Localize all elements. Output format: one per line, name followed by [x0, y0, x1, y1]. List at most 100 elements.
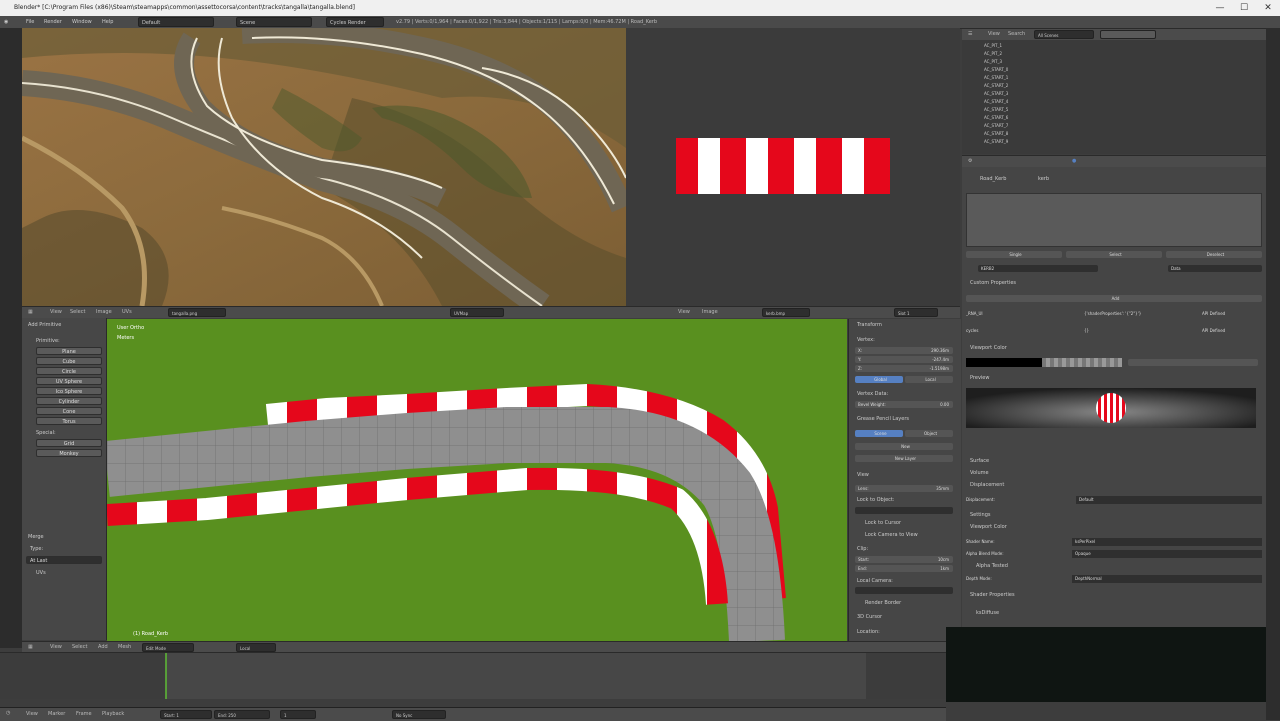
ie2-menu-image[interactable]: Image [702, 308, 718, 316]
add-plane-button[interactable]: Plane [36, 347, 102, 355]
editor-type-icon[interactable]: ▦ [28, 308, 33, 316]
layer-slot-field[interactable]: Slot 1 [894, 308, 938, 317]
merge-type-select[interactable]: At Last [26, 556, 102, 564]
material-select-button[interactable]: Select [1066, 251, 1162, 258]
outliner-item[interactable]: AC_START_1 [984, 74, 1008, 82]
3d-viewport[interactable]: User Ortho Meters (1) Road_Kerb [107, 319, 847, 641]
add-cube-button[interactable]: Cube [36, 357, 102, 365]
menu-help[interactable]: Help [102, 17, 113, 27]
vp-menu-add[interactable]: Add [98, 643, 108, 651]
material-link-data[interactable]: Data [1168, 265, 1262, 272]
outliner-search-field[interactable] [1100, 30, 1156, 39]
outliner-item[interactable]: AC_PIT_2 [984, 50, 1002, 58]
view3d-type-icon[interactable]: ▦ [28, 643, 33, 651]
add-monkey-button[interactable]: Monkey [36, 449, 102, 457]
vp-menu-select[interactable]: Select [72, 643, 87, 651]
gp-scene-toggle[interactable]: Scene [855, 430, 903, 437]
close-button[interactable]: ✕ [1262, 2, 1274, 14]
outliner-item[interactable]: AC_START_3 [984, 90, 1008, 98]
material-slots-list[interactable] [966, 193, 1262, 247]
ie-menu-select[interactable]: Select [70, 308, 85, 316]
render-border-checkbox[interactable]: Render Border [865, 600, 901, 606]
menu-file[interactable]: File [26, 17, 34, 27]
surface-panel[interactable]: Surface [970, 458, 989, 464]
local-camera-field[interactable] [855, 587, 953, 594]
timeline-type-icon[interactable]: ◷ [6, 710, 10, 716]
outliner-item[interactable]: AC_START_2 [984, 82, 1008, 90]
local-toggle[interactable]: Local [905, 376, 953, 383]
material-deselect-button[interactable]: Deselect [1166, 251, 1262, 258]
gp-object-toggle[interactable]: Object [905, 430, 953, 437]
aerial-image-view[interactable] [22, 28, 626, 306]
timeline[interactable] [0, 652, 946, 699]
shader-name-field[interactable]: ksPerPixel [1072, 538, 1262, 546]
material-assign-button[interactable]: Single [966, 251, 1062, 258]
add-torus-button[interactable]: Torus [36, 417, 102, 425]
displacement-select[interactable]: Default [1076, 496, 1262, 504]
vertex-y-field[interactable]: Y: -247.4m [855, 356, 953, 363]
tl-menu-playback[interactable]: Playback [102, 711, 124, 717]
outliner-item[interactable]: AC_START_9 [984, 138, 1008, 146]
outliner-item[interactable]: AC_START_5 [984, 106, 1008, 114]
start-frame-field[interactable]: Start: 1 [160, 710, 212, 719]
alpha-checker-swatch[interactable] [1042, 358, 1122, 367]
outliner-scene-filter[interactable]: All Scenes [1034, 30, 1094, 39]
add-circle-button[interactable]: Circle [36, 367, 102, 375]
mode-select[interactable]: Edit Mode [142, 643, 194, 652]
material-tab-icon[interactable]: ● [1072, 157, 1076, 165]
volume-panel[interactable]: Volume [970, 470, 989, 476]
uv-image-field[interactable]: kerb.bmp [762, 308, 810, 317]
lock-cursor-checkbox[interactable]: Lock to Cursor [865, 520, 901, 526]
settings-panel[interactable]: Settings [970, 512, 991, 518]
vp-menu-view[interactable]: View [50, 643, 62, 651]
lock-camera-checkbox[interactable]: Lock Camera to View [865, 532, 918, 538]
lock-object-field[interactable] [855, 507, 953, 514]
outliner-item[interactable]: AC_START_0 [984, 66, 1008, 74]
layout-select[interactable]: Default [138, 17, 214, 27]
alpha-tested-checkbox[interactable]: Alpha Tested [976, 563, 1008, 569]
image-name-field[interactable]: tangalla.png [168, 308, 226, 317]
outliner-item[interactable]: AC_START_7 [984, 122, 1008, 130]
merge-uvs-checkbox[interactable]: UVs [36, 570, 46, 576]
add-uv-sphere-button[interactable]: UV Sphere [36, 377, 102, 385]
vertex-z-field[interactable]: Z: -1.5198m [855, 365, 953, 372]
outliner-item[interactable]: AC_START_6 [984, 114, 1008, 122]
scene-select[interactable]: Scene [236, 17, 312, 27]
gp-new-button[interactable]: New [855, 443, 953, 450]
vertex-x-field[interactable]: X: 290.36m [855, 347, 953, 354]
end-frame-field[interactable]: End: 250 [214, 710, 270, 719]
vp-menu-mesh[interactable]: Mesh [118, 643, 131, 651]
ie-menu-view[interactable]: View [50, 308, 62, 316]
properties-type-icon[interactable]: ⚙ [968, 157, 972, 165]
viewport-color-panel[interactable]: Viewport Color [970, 524, 1007, 530]
outliner-item[interactable]: AC_START_4 [984, 98, 1008, 106]
ie2-menu-view[interactable]: View [678, 308, 690, 316]
alpha-blend-select[interactable]: Opaque [1072, 550, 1262, 558]
custom-prop-add-button[interactable]: Add [966, 295, 1262, 302]
uvmap-field[interactable]: UVMap [450, 308, 504, 317]
current-frame-field[interactable]: 1 [280, 710, 316, 719]
gp-new-layer-button[interactable]: New Layer [855, 455, 953, 462]
preview-render-select[interactable] [1128, 359, 1258, 366]
blender-logo-icon[interactable]: ◉ [4, 17, 8, 27]
add-ico-sphere-button[interactable]: Ico Sphere [36, 387, 102, 395]
lens-field[interactable]: Lens: 35mm [855, 485, 953, 492]
tl-menu-view[interactable]: View [26, 711, 38, 717]
bevel-weight-field[interactable]: Bevel Weight: 0.00 [855, 401, 953, 408]
minimize-button[interactable]: — [1214, 2, 1226, 14]
outliner-type-icon[interactable]: ☰ [968, 30, 972, 38]
uv-image-view[interactable] [626, 28, 960, 306]
clip-end-field[interactable]: End: 1km [855, 565, 953, 572]
tl-menu-marker[interactable]: Marker [48, 711, 65, 717]
depth-mode-select[interactable]: DepthNormal [1072, 575, 1262, 583]
outliner-item[interactable]: AC_PIT_3 [984, 58, 1002, 66]
tl-menu-frame[interactable]: Frame [76, 711, 92, 717]
pivot-select[interactable]: Local [236, 643, 276, 652]
add-cone-button[interactable]: Cone [36, 407, 102, 415]
menu-render[interactable]: Render [44, 17, 62, 27]
clip-start-field[interactable]: Start: 10cm [855, 556, 953, 563]
sync-select[interactable]: No Sync [392, 710, 446, 719]
render-engine-select[interactable]: Cycles Render [326, 17, 384, 27]
ie-menu-image[interactable]: Image [96, 308, 112, 316]
outliner-menu-view[interactable]: View [988, 30, 1000, 38]
